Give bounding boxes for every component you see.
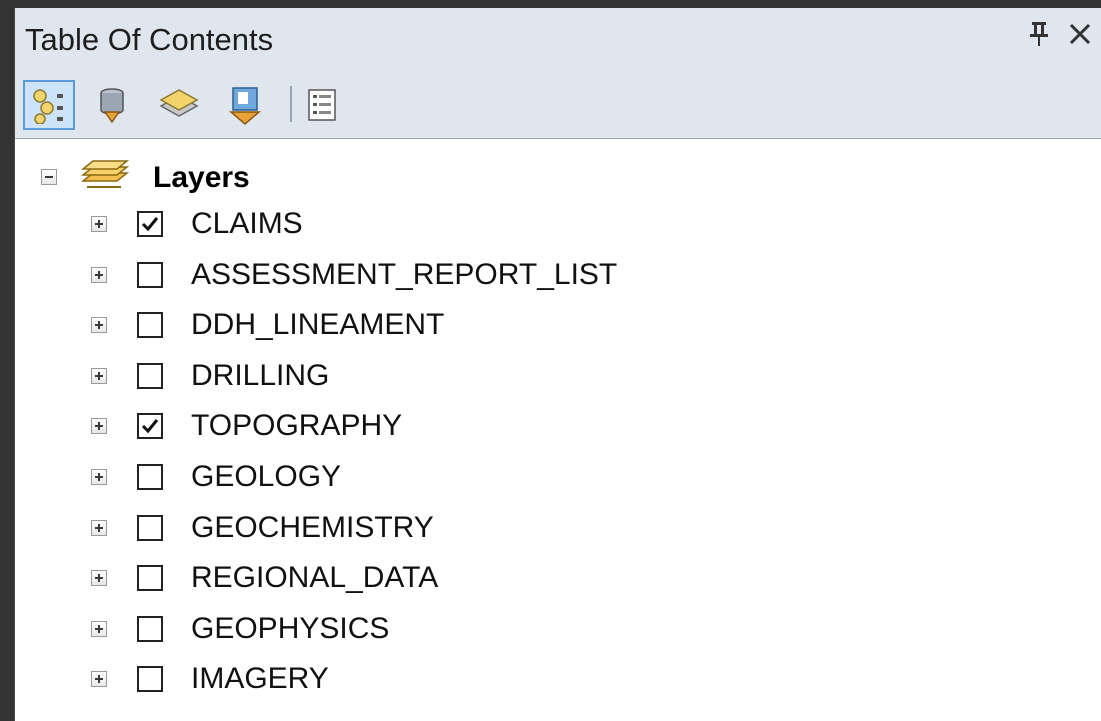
list-by-source-icon xyxy=(100,88,124,124)
layers-icon xyxy=(80,160,130,188)
layer-row[interactable]: IMAGERY xyxy=(15,658,1015,708)
layer-label[interactable]: IMAGERY xyxy=(191,662,329,696)
layer-visibility-checkbox[interactable] xyxy=(137,312,163,339)
layer-visibility-checkbox[interactable] xyxy=(137,565,163,592)
layer-row[interactable]: GEOCHEMISTRY xyxy=(15,507,1015,557)
layer-label[interactable]: REGIONAL_DATA xyxy=(191,561,438,595)
layer-row[interactable]: ASSESSMENT_REPORT_LIST xyxy=(15,254,1015,304)
layer-row[interactable]: REGIONAL_DATA xyxy=(15,557,1015,607)
layer-row[interactable]: TOPOGRAPHY xyxy=(15,405,1015,455)
layer-visibility-checkbox[interactable] xyxy=(137,362,163,389)
expand-icon[interactable] xyxy=(91,367,107,384)
layer-visibility-checkbox[interactable] xyxy=(137,666,163,693)
expand-icon[interactable] xyxy=(91,519,107,536)
layer-label[interactable]: ASSESSMENT_REPORT_LIST xyxy=(191,258,617,292)
checkmark-icon xyxy=(141,217,159,232)
layer-row[interactable]: DDH_LINEAMENT xyxy=(15,304,1015,354)
panel-titlebar[interactable]: Table Of Contents xyxy=(15,8,1101,68)
expand-icon[interactable] xyxy=(91,469,107,485)
expand-icon[interactable] xyxy=(91,620,107,637)
layer-visibility-checkbox[interactable] xyxy=(137,464,163,490)
expand-icon[interactable] xyxy=(91,266,107,283)
app-frame: Table Of Contents Layers CLAIMS ASSESSME… xyxy=(0,0,1101,721)
layer-label[interactable]: GEOCHEMISTRY xyxy=(191,511,434,545)
layer-label[interactable]: DRILLING xyxy=(191,359,329,393)
checkmark-icon xyxy=(141,419,159,434)
layer-label[interactable]: CLAIMS xyxy=(191,207,303,241)
close-icon[interactable] xyxy=(1067,18,1093,58)
layer-row[interactable]: GEOLOGY xyxy=(15,456,1015,506)
pin-icon[interactable] xyxy=(1027,18,1051,58)
list-by-selection-icon xyxy=(228,87,262,125)
collapse-icon[interactable] xyxy=(41,169,57,185)
list-by-drawing-order-icon xyxy=(33,89,63,124)
toolbar-separator xyxy=(290,86,292,122)
options-icon xyxy=(308,89,336,121)
layer-row[interactable]: DRILLING xyxy=(15,355,1015,405)
layer-visibility-checkbox[interactable] xyxy=(137,413,163,440)
layer-label[interactable]: TOPOGRAPHY xyxy=(191,409,402,443)
layers-root-label[interactable]: Layers xyxy=(153,161,250,195)
expand-icon[interactable] xyxy=(91,570,107,587)
toc-toolbar xyxy=(15,68,1101,139)
list-by-selection-button[interactable] xyxy=(219,80,271,130)
list-by-drawing-order-button[interactable] xyxy=(23,80,75,130)
table-of-contents-panel: Table Of Contents Layers CLAIMS ASSESSME… xyxy=(14,8,1101,721)
layer-visibility-checkbox[interactable] xyxy=(137,261,163,288)
layer-row[interactable]: CLAIMS xyxy=(15,203,1015,253)
layer-label[interactable]: DDH_LINEAMENT xyxy=(191,308,444,342)
list-by-source-button[interactable] xyxy=(87,80,139,130)
panel-title: Table Of Contents xyxy=(25,22,274,57)
layer-visibility-checkbox[interactable] xyxy=(137,514,163,541)
options-button[interactable] xyxy=(297,80,349,130)
layer-label[interactable]: GEOLOGY xyxy=(191,460,341,494)
expand-icon[interactable] xyxy=(91,317,107,334)
layer-visibility-checkbox[interactable] xyxy=(137,211,163,237)
layer-tree: Layers CLAIMS ASSESSMENT_REPORT_LIST DDH_L… xyxy=(15,139,1101,721)
expand-icon[interactable] xyxy=(91,216,107,232)
list-by-visibility-button[interactable] xyxy=(151,80,203,130)
layer-label[interactable]: GEOPHYSICS xyxy=(191,612,389,646)
layer-visibility-checkbox[interactable] xyxy=(137,615,163,642)
expand-icon[interactable] xyxy=(91,418,107,435)
layer-row[interactable]: GEOPHYSICS xyxy=(15,608,1015,658)
list-by-visibility-icon xyxy=(159,89,199,117)
expand-icon[interactable] xyxy=(91,671,107,688)
